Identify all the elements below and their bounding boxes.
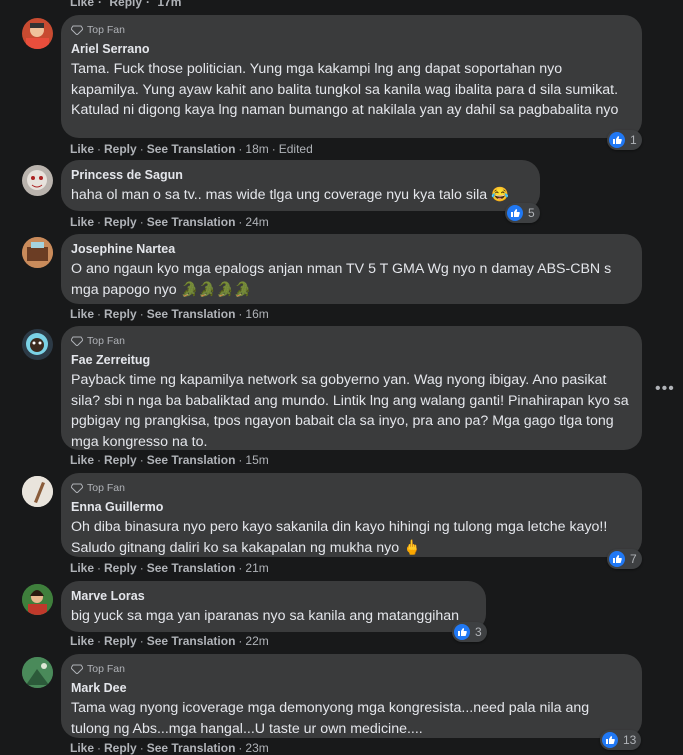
- comment-actions: Like · Reply · See Translation · 23m: [70, 741, 269, 755]
- top-fan-badge: Top Fan: [71, 481, 630, 495]
- timestamp[interactable]: 22m: [245, 634, 268, 648]
- see-translation-link[interactable]: See Translation: [147, 142, 236, 156]
- see-translation-link[interactable]: See Translation: [147, 453, 236, 467]
- reaction-count[interactable]: 7: [607, 549, 642, 569]
- reply-link[interactable]: Reply: [104, 142, 137, 156]
- like-link[interactable]: Like: [70, 561, 94, 575]
- avatar[interactable]: [22, 237, 53, 268]
- reply-link[interactable]: Reply: [104, 215, 137, 229]
- timestamp[interactable]: 17m: [157, 0, 181, 9]
- avatar[interactable]: [22, 18, 53, 49]
- comment-bubble: Top Fan Ariel Serrano Tama. Fuck those p…: [61, 15, 642, 138]
- comment-text: haha ol man o sa tv.. mas wide tlga ung …: [71, 187, 509, 203]
- diamond-icon: [71, 483, 83, 493]
- like-link[interactable]: Like: [70, 634, 94, 648]
- timestamp[interactable]: 18m: [245, 142, 268, 156]
- reply-link[interactable]: Reply: [104, 453, 137, 467]
- diamond-icon: [71, 336, 83, 346]
- see-translation-link[interactable]: See Translation: [147, 215, 236, 229]
- comment-bubble: Princess de Sagun haha ol man o sa tv.. …: [61, 160, 540, 211]
- like-link[interactable]: Like: [70, 215, 94, 229]
- comment-actions: Like · Reply · See Translation · 22m: [70, 634, 269, 648]
- reaction-count[interactable]: 3: [452, 622, 487, 642]
- comment-actions: Like · Reply · See Translation · 16m: [70, 307, 269, 321]
- comment-text: Tama. Fuck those politician. Yung mga ka…: [71, 61, 623, 118]
- diamond-icon: [71, 664, 83, 674]
- comment-author[interactable]: Marve Loras: [71, 589, 474, 604]
- reaction-count[interactable]: 13: [600, 730, 642, 750]
- reply-link[interactable]: Reply: [104, 561, 137, 575]
- comment-text: Oh diba binasura nyo pero kayo sakanila …: [71, 519, 612, 556]
- see-translation-link[interactable]: See Translation: [147, 741, 236, 755]
- timestamp[interactable]: 21m: [245, 561, 268, 575]
- comment-text: Tama wag nyong icoverage mga demonyong m…: [71, 700, 594, 737]
- comment-actions: Like · Reply · See Translation · 18m · Edited: [70, 142, 313, 156]
- see-translation-link[interactable]: See Translation: [147, 307, 236, 321]
- comment-bubble: Marve Loras big yuck sa mga yan iparanas…: [61, 581, 486, 632]
- comment-bubble: Top Fan Fae Zerreitug Payback time ng ka…: [61, 326, 642, 450]
- comment-text: Payback time ng kapamilya network sa gob…: [71, 372, 633, 450]
- like-link[interactable]: Like: [70, 741, 94, 755]
- see-translation-link[interactable]: See Translation: [147, 561, 236, 575]
- avatar[interactable]: [22, 584, 53, 615]
- timestamp[interactable]: 16m: [245, 307, 268, 321]
- thumbs-up-icon: [602, 732, 618, 748]
- comment-author[interactable]: Mark Dee: [71, 681, 630, 696]
- reply-link[interactable]: Reply: [109, 0, 142, 9]
- timestamp[interactable]: 15m: [245, 453, 268, 467]
- see-translation-link[interactable]: See Translation: [147, 634, 236, 648]
- comment-text: O ano ngaun kyo mga epalogs anjan nman T…: [71, 261, 616, 298]
- comment-bubble: Top Fan Enna Guillermo Oh diba binasura …: [61, 473, 642, 557]
- top-fan-badge: Top Fan: [71, 23, 630, 37]
- comment-author[interactable]: Ariel Serrano: [71, 42, 630, 57]
- like-link[interactable]: Like: [70, 0, 94, 9]
- more-horizontal-icon[interactable]: •••: [655, 380, 675, 398]
- thumbs-up-icon: [454, 624, 470, 640]
- thumbs-up-icon: [609, 551, 625, 567]
- reply-link[interactable]: Reply: [104, 634, 137, 648]
- comment-text: big yuck sa mga yan iparanas nyo sa kani…: [71, 608, 460, 624]
- comment-author[interactable]: Josephine Nartea: [71, 242, 630, 257]
- reaction-count[interactable]: 1: [607, 130, 642, 150]
- avatar[interactable]: [22, 165, 53, 196]
- thumbs-up-icon: [507, 205, 523, 221]
- timestamp[interactable]: 23m: [245, 741, 268, 755]
- reply-link[interactable]: Reply: [104, 741, 137, 755]
- diamond-icon: [71, 25, 83, 35]
- timestamp[interactable]: 24m: [245, 215, 268, 229]
- comment-author[interactable]: Fae Zerreitug: [71, 353, 630, 368]
- top-fan-badge: Top Fan: [71, 334, 630, 348]
- avatar[interactable]: [22, 476, 53, 507]
- edited-label: Edited: [278, 142, 313, 156]
- comment-bubble: Josephine Nartea O ano ngaun kyo mga epa…: [61, 234, 642, 304]
- previous-comment-actions: Like · Reply · 17m: [70, 0, 185, 9]
- reaction-count[interactable]: 5: [505, 203, 540, 223]
- comment-author[interactable]: Enna Guillermo: [71, 500, 630, 515]
- comment-bubble: Top Fan Mark Dee Tama wag nyong icoverag…: [61, 654, 642, 738]
- thumbs-up-icon: [609, 132, 625, 148]
- comment-actions: Like · Reply · See Translation · 24m: [70, 215, 269, 229]
- avatar[interactable]: [22, 329, 53, 360]
- comment-author[interactable]: Princess de Sagun: [71, 168, 528, 183]
- like-link[interactable]: Like: [70, 142, 94, 156]
- comment-actions: Like · Reply · See Translation · 21m: [70, 561, 269, 575]
- avatar[interactable]: [22, 657, 53, 688]
- top-fan-badge: Top Fan: [71, 662, 630, 676]
- like-link[interactable]: Like: [70, 453, 94, 467]
- like-link[interactable]: Like: [70, 307, 94, 321]
- comment-actions: Like · Reply · See Translation · 15m: [70, 453, 269, 467]
- reply-link[interactable]: Reply: [104, 307, 137, 321]
